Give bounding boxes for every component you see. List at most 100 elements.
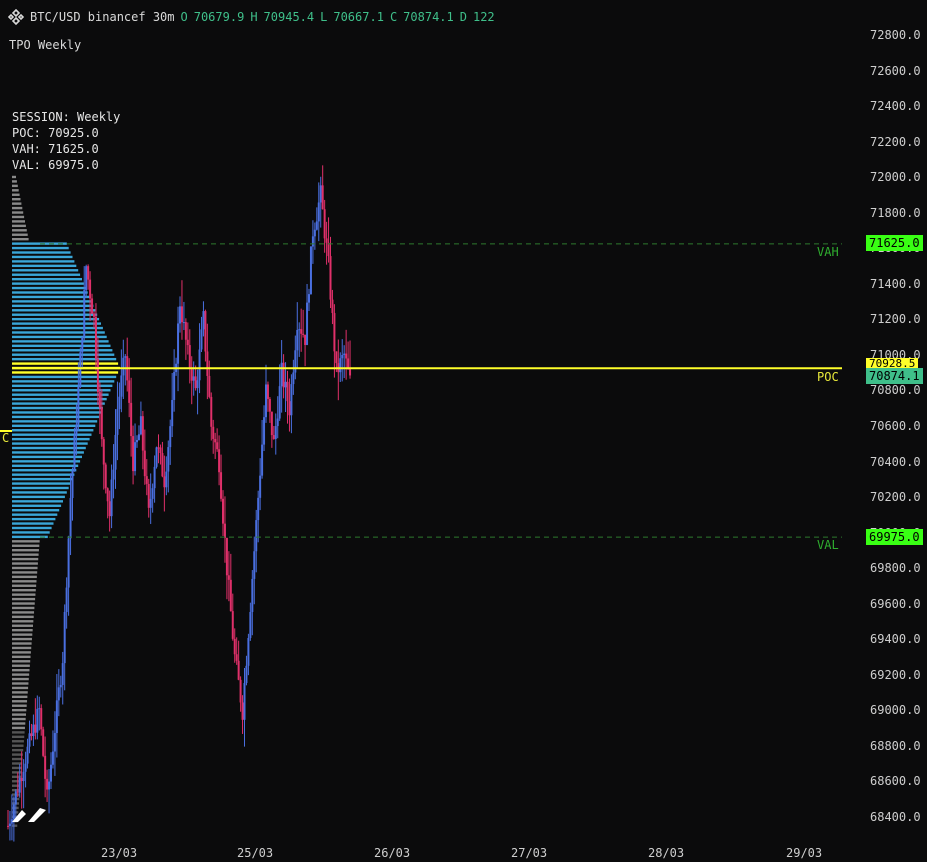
val-line-label: VAL [817, 538, 839, 552]
candle-body [122, 357, 125, 376]
candle-body [89, 279, 92, 299]
candle-body [218, 449, 221, 473]
candle-body [26, 746, 29, 764]
o-label: O [180, 10, 188, 24]
candle-body [32, 724, 35, 737]
y-tick-label: 70800.0 [870, 383, 921, 398]
candle-body [132, 436, 135, 472]
candle-body [233, 638, 236, 655]
tpo-bar [12, 588, 36, 592]
candle-body [341, 355, 344, 359]
tpo-bar [12, 197, 21, 201]
tpo-bar [12, 566, 38, 570]
candle-body [280, 362, 283, 387]
candle-body [220, 472, 223, 499]
tpo-bar [12, 220, 25, 223]
candle-body [173, 372, 176, 400]
tpo-bar [12, 353, 115, 356]
tpo-bar [12, 624, 33, 627]
val-price-tag: 69975.0 [866, 529, 923, 545]
candle-body [313, 229, 316, 237]
tpo-bar [12, 260, 75, 263]
candle-body [223, 523, 226, 538]
candle-body [206, 351, 209, 376]
candle-body [120, 375, 123, 397]
candle-body [153, 466, 156, 489]
candle-body [137, 434, 140, 440]
levels [0, 243, 842, 538]
candle-body [284, 381, 287, 388]
candle-body [108, 501, 111, 517]
y-tick-label: 71200.0 [870, 312, 921, 327]
candle-body [202, 311, 205, 330]
candle-body [100, 407, 103, 440]
tpo-bar [12, 255, 73, 259]
tpo-bar [12, 264, 77, 268]
tpo-bar [12, 562, 38, 565]
candle-body [210, 396, 213, 427]
tpo-bar [12, 451, 84, 454]
candle-body [38, 708, 41, 710]
candle-body [309, 246, 312, 295]
tpo-bar [12, 304, 94, 308]
candle-body [151, 488, 154, 499]
tpo-bar [12, 406, 103, 410]
tpo-bar [12, 571, 38, 574]
tpo-bar [12, 557, 39, 561]
candle-body [98, 392, 101, 408]
tpo-bar [12, 540, 40, 543]
candle-body [243, 683, 246, 720]
tpo-bar [12, 646, 32, 650]
y-tick-label: 69000.0 [870, 703, 921, 718]
tpo-bar [12, 349, 113, 352]
price-chart[interactable] [0, 0, 927, 862]
candle-body [18, 777, 21, 793]
tpo-bar [12, 664, 30, 667]
x-tick-label: 25/03 [237, 846, 274, 860]
tpo-bar [12, 215, 25, 219]
tpo-bar [12, 544, 40, 547]
tpo-bar [12, 251, 71, 254]
h-value: 70945.4 [263, 10, 315, 24]
candle-body [298, 329, 301, 331]
tpo-bar [12, 340, 109, 343]
candle-body [69, 498, 72, 539]
candle-body [30, 733, 33, 737]
y-tick-label: 69200.0 [870, 667, 921, 682]
candle-body [237, 660, 240, 680]
tpo-bar [12, 762, 23, 765]
candle-body [270, 411, 273, 436]
indicator-title: TPO Weekly [9, 38, 82, 52]
candle-body [130, 402, 133, 437]
o-value: 70679.9 [193, 10, 245, 24]
candle-body [145, 476, 148, 484]
tpo-bar [12, 233, 28, 236]
candle-body [266, 384, 269, 399]
tpo-bar [12, 668, 30, 672]
candle-body [87, 266, 90, 280]
tpo-bar [12, 362, 119, 365]
candle-body [155, 447, 158, 467]
candle-body [102, 439, 105, 465]
tpo-bar [12, 611, 35, 614]
candle-body [186, 339, 189, 346]
candle-body [190, 367, 193, 381]
candle-body [106, 488, 109, 502]
tpo-bar [12, 389, 111, 392]
tpo-bar [12, 495, 65, 499]
tpo-bar [12, 549, 39, 552]
tpo-bar [12, 295, 90, 299]
tpo-bar [12, 397, 107, 401]
tpo-bar [12, 531, 50, 534]
candle-body [118, 396, 121, 410]
x-tick-label: 28/03 [648, 846, 685, 860]
candle-body [73, 435, 76, 472]
x-tick-label: 29/03 [786, 846, 823, 860]
tpo-bar [12, 677, 29, 681]
h-label: H [250, 10, 258, 24]
candle-body [192, 376, 195, 381]
candle-body [286, 381, 289, 402]
tpo-bar [12, 642, 32, 645]
candle-body [57, 687, 60, 701]
candle-body [329, 256, 332, 300]
